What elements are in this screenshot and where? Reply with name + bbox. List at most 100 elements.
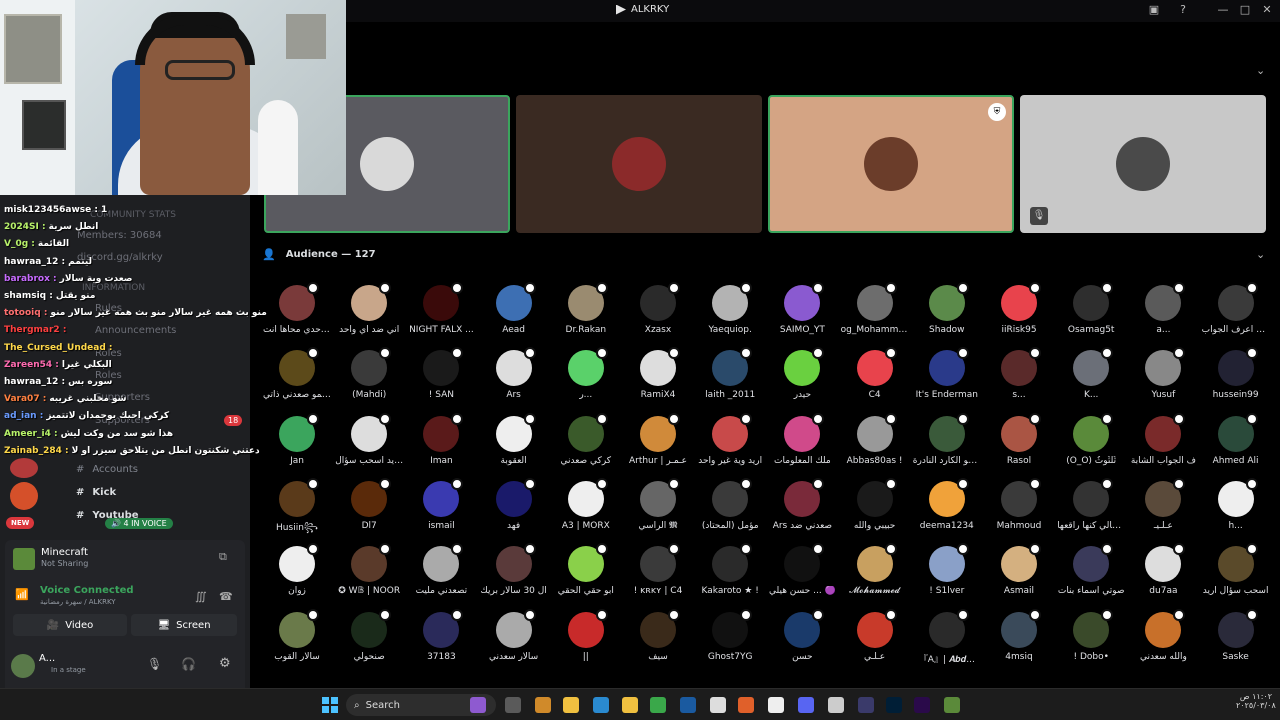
audience-member[interactable]: ismail [405,477,477,531]
audience-member[interactable]: صنحولي [333,608,405,662]
audience-member[interactable]: عـلـي [839,608,911,662]
discord-icon[interactable] [798,697,814,713]
audience-member[interactable]: Abbas80as ! [839,412,911,466]
channel-accounts[interactable]: # Accounts [76,464,138,475]
audience-member[interactable]: اريد اسحب سؤال ... [333,412,405,466]
premiere-icon[interactable] [914,697,930,713]
audience-member[interactable]: Xzasx [622,282,694,335]
audience-member[interactable]: ملك المعلومات [766,412,838,466]
audience-member[interactable]: زوان [261,543,333,596]
audience-member[interactable]: حسن [766,608,838,662]
audience-member[interactable]: A3 | MORX [550,477,622,531]
minimize-button[interactable]: — [1215,3,1231,16]
close-button[interactable]: ✕ [1259,3,1275,16]
audience-member[interactable]: ✪ W𝔹 | NOOR [333,543,405,596]
audience-member[interactable]: ! ᴋʀᴋʏ | C4 [622,543,694,596]
settings-gear-icon[interactable]: ⚙ [219,656,231,671]
audience-member[interactable]: حسن هيلي ... 🟣 [766,543,838,596]
maximize-button[interactable]: □ [1237,3,1253,16]
audience-member[interactable]: سيف [622,608,694,662]
audience-member[interactable]: حيدر [766,347,838,400]
headphones-icon[interactable]: 🎧 [181,657,196,671]
audience-member[interactable]: سالار سعدني [478,608,550,662]
audience-member[interactable]: Yaequiop. [694,282,766,335]
audience-member[interactable]: Saske [1200,608,1272,662]
audience-member[interactable]: (Ö_Ö) ثُلثُوثُ [1055,412,1127,466]
audience-member[interactable]: Husiin꧂ [261,477,333,539]
audience-member[interactable]: اني هو الكارد النادرة [911,412,983,466]
widget-icon[interactable] [470,697,486,713]
audience-member[interactable]: Yusuf [1127,347,1199,400]
capcut-icon[interactable] [768,697,784,713]
avatar[interactable] [11,654,35,678]
audience-member[interactable]: ! S1lver [911,543,983,596]
chatgpt-icon[interactable] [828,697,844,713]
voice-status[interactable]: Voice Connected [40,585,134,596]
audience-member[interactable]: Osamag5t [1055,282,1127,335]
audience-member[interactable]: ! SAN [405,347,477,400]
audience-member[interactable]: C4 [839,347,911,400]
audience-member[interactable]: أبو حقي الحقي [550,543,622,596]
mic-icon[interactable]: 🎙 [147,657,162,671]
audience-member[interactable]: Kakaroto ★ ! [694,543,766,596]
audience-member[interactable]: 4msiq [983,608,1055,662]
explorer-icon[interactable] [563,697,579,713]
audience-member[interactable]: hussein99 [1200,347,1272,400]
audience-member[interactable]: Ars صعدني ضد [766,477,838,531]
audience-member[interactable]: s... [983,347,1055,400]
settings-icon[interactable] [710,697,726,713]
audience-member[interactable]: 𝓜𝓸𝓱𝓪𝓶𝓶𝓮𝓭 [839,543,911,596]
speaker-tile[interactable] [516,95,762,233]
audience-member[interactable]: 『A』| 𝑨𝒃𝒅... [911,608,983,665]
audience-member[interactable]: والله اعرف الجواب [1200,282,1272,335]
voice-channel[interactable]: سهرة رمضانية / ALKRKY [40,598,116,606]
server-icon[interactable] [10,458,38,478]
audience-member[interactable]: Ahmed Ali [1200,412,1272,466]
audience-member[interactable]: فهد [478,477,550,531]
audience-member[interactable]: تصعدني مليت [405,543,477,596]
audience-member[interactable]: عمو صعدني ذاتي ! [261,347,333,400]
audience-member[interactable]: deema1234 [911,477,983,531]
audience-member[interactable]: عـلـيـ [1127,477,1199,531]
windows-start-icon[interactable] [322,697,338,713]
audience-member[interactable]: والله سعدني [1127,608,1199,662]
audience-member[interactable]: اسحب سؤال اريد [1200,543,1272,596]
audience-member[interactable]: اريد وية غير واحد [694,412,766,466]
audience-member[interactable]: صوتي أسماء بنات [1055,543,1127,596]
audience-member[interactable]: Ghost7YG [694,608,766,662]
audience-member[interactable]: ر... [550,347,622,400]
store-icon[interactable] [622,697,638,713]
audience-member[interactable]: سالار القوب [261,608,333,662]
audience-member[interactable]: حبيبي والله [839,477,911,531]
help-icon[interactable]: ? [1175,3,1191,16]
app-icon[interactable] [858,697,874,713]
audience-member[interactable]: Mahmoud [983,477,1055,531]
audience-member[interactable]: ف الجواب الشابة [1127,412,1199,466]
collapse-audience-icon[interactable]: ⌄ [1256,248,1265,261]
audience-member[interactable]: ال 30 سالار بريك [478,543,550,596]
audience-member[interactable]: اني ضد اي واحد [333,282,405,335]
minecraft-icon[interactable] [944,697,960,713]
audience-member[interactable]: مؤمل (المحتاد) [694,477,766,531]
audience-member[interactable]: Jan [261,412,333,466]
collapse-stage-icon[interactable]: ⌄ [1256,64,1265,77]
audience-member[interactable]: Asmail [983,543,1055,596]
audience-member[interactable]: Aead [478,282,550,335]
audience-member[interactable]: og_Mohammed [839,282,911,335]
in-voice-pill[interactable]: 🔊 4 IN VOICE [105,518,173,529]
audience-member[interactable]: laith _2011 [694,347,766,400]
audience-member[interactable]: (Mahdi) [333,347,405,400]
inbox-icon[interactable]: ▣ [1146,3,1162,16]
screen-button[interactable]: 🖥 Screen [131,614,237,636]
copilot-icon[interactable] [535,697,551,713]
audience-member[interactable]: SAIMO_YT [766,282,838,335]
speaker-tile[interactable]: ⛨ [768,95,1014,233]
channel-announcements[interactable]: Announcements [95,325,176,336]
steam-icon[interactable] [680,697,696,713]
audience-member[interactable]: Shadow [911,282,983,335]
audience-member[interactable]: Ars [478,347,550,400]
video-button[interactable]: 🎥 Video [13,614,127,636]
audience-member[interactable]: العقوبة [478,412,550,466]
speaker-tile[interactable]: 🎙 [1020,95,1266,233]
brave-icon[interactable] [738,697,754,713]
